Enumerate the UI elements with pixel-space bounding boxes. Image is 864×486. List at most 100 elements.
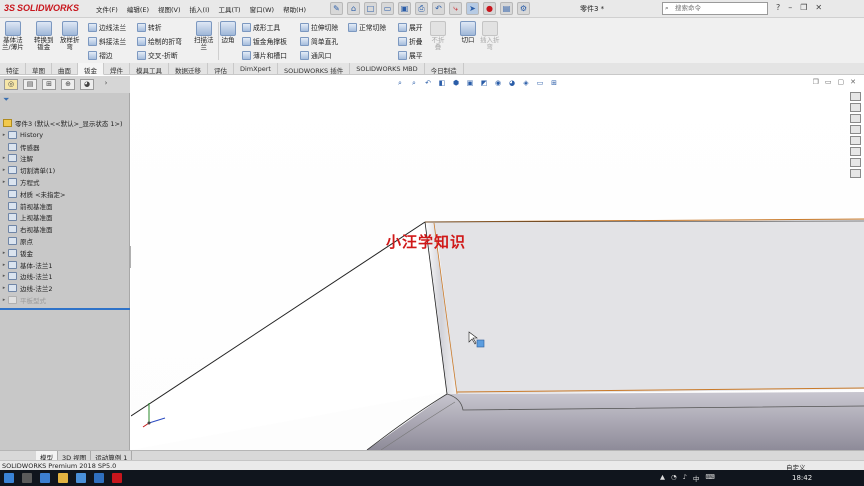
- property-manager-tab-icon[interactable]: ▤: [23, 79, 37, 90]
- keyboard-icon[interactable]: ⌨: [705, 473, 714, 483]
- view-orientation-icon[interactable]: ▣: [465, 79, 475, 88]
- filter-icon[interactable]: ⏷: [3, 95, 9, 105]
- view-palette-icon[interactable]: [850, 125, 861, 134]
- file-properties-icon[interactable]: ▤: [500, 2, 513, 15]
- forming-tool-button[interactable]: 成形工具: [242, 22, 280, 32]
- close-icon[interactable]: ✕: [815, 3, 822, 12]
- insert-bends-button[interactable]: 插入折弯: [480, 21, 500, 51]
- base-flange-button[interactable]: 基体法 兰/薄片: [2, 21, 24, 51]
- command-tab[interactable]: 今日制造: [425, 63, 464, 75]
- command-tab[interactable]: SOLIDWORKS MBD: [350, 63, 425, 75]
- tree-node[interactable]: 右视基准面: [0, 223, 130, 235]
- task-list-icon[interactable]: [850, 169, 861, 178]
- panel-expand-chevron-icon[interactable]: ›: [99, 79, 113, 90]
- appearances-icon[interactable]: [850, 136, 861, 145]
- display-style-icon[interactable]: ◩: [479, 79, 489, 88]
- open-folder-icon[interactable]: ▭: [381, 2, 394, 15]
- ime-icon[interactable]: 中: [693, 473, 700, 483]
- command-tab[interactable]: DimXpert: [234, 63, 278, 75]
- tree-node[interactable]: ▸ 边线-法兰2: [0, 282, 130, 294]
- rip-button[interactable]: 切口: [460, 21, 476, 44]
- model-tab[interactable]: 3D 视图: [58, 451, 92, 462]
- command-tab[interactable]: 模具工具: [130, 63, 169, 75]
- expand-arrow-icon[interactable]: ▸: [0, 179, 8, 185]
- tree-node[interactable]: 上视基准面: [0, 212, 130, 224]
- menu-item[interactable]: 窗口(W): [250, 4, 275, 14]
- command-tab[interactable]: 草图: [26, 63, 52, 75]
- normal-cut-button[interactable]: 正常切除: [348, 22, 386, 32]
- custom-properties-icon[interactable]: [850, 147, 861, 156]
- help-icon[interactable]: ?: [776, 3, 780, 12]
- simple-hole-button[interactable]: 简单直孔: [300, 36, 338, 46]
- previous-view-icon[interactable]: ↶: [423, 79, 433, 88]
- solidworks-taskbar-icon[interactable]: [112, 473, 122, 483]
- flatten-button[interactable]: 展平: [398, 50, 423, 60]
- expand-arrow-icon[interactable]: ▸: [0, 273, 8, 279]
- dynamic-annotation-icon[interactable]: ⬢: [451, 79, 461, 88]
- doc-restore-icon[interactable]: ▢: [838, 78, 845, 86]
- corners-button[interactable]: 边角: [220, 21, 236, 44]
- expand-arrow-icon[interactable]: ▸: [0, 285, 8, 291]
- zoom-to-area-icon[interactable]: ⌕: [409, 79, 419, 88]
- select-arrow-icon[interactable]: ➤: [466, 2, 479, 15]
- windows-start-icon[interactable]: [4, 473, 14, 483]
- display-manager-tab-icon[interactable]: ◕: [80, 79, 94, 90]
- sketched-bend-button[interactable]: 转折: [137, 22, 162, 32]
- command-tab[interactable]: 特征: [0, 63, 26, 75]
- vent-button[interactable]: 通风口: [300, 50, 331, 60]
- tree-node[interactable]: ▸ 基体-法兰1: [0, 259, 130, 271]
- network-icon[interactable]: ◔: [671, 473, 677, 483]
- menu-item[interactable]: 编辑(E): [127, 4, 149, 14]
- expand-arrow-icon[interactable]: ▸: [0, 262, 8, 268]
- save-icon[interactable]: ▣: [398, 2, 411, 15]
- expand-arrow-icon[interactable]: ▸: [0, 297, 8, 303]
- command-tab[interactable]: 曲面: [52, 63, 78, 75]
- solidworks-resources-icon[interactable]: [850, 92, 861, 101]
- gusset-button[interactable]: 钣金角撑板: [242, 36, 287, 46]
- edge-flange-button[interactable]: 边线法兰: [88, 22, 126, 32]
- tree-node[interactable]: 原点: [0, 235, 130, 247]
- design-library-icon[interactable]: [850, 103, 861, 112]
- miter-flange-button[interactable]: 斜接法兰: [88, 36, 126, 46]
- model-tab[interactable]: 模型: [36, 451, 58, 462]
- apply-scene-icon[interactable]: ◈: [521, 79, 531, 88]
- print-icon[interactable]: ⎙: [415, 2, 428, 15]
- traffic-light-icon[interactable]: ●: [483, 2, 496, 15]
- command-tab[interactable]: 钣金: [78, 63, 104, 75]
- command-tab[interactable]: 评估: [208, 63, 234, 75]
- tree-node[interactable]: ▸ 边线-法兰1: [0, 271, 130, 283]
- zoom-to-fit-icon[interactable]: ⌕: [395, 79, 405, 88]
- hem-button[interactable]: 褶边: [88, 50, 113, 60]
- unfold-button[interactable]: 展开: [398, 22, 423, 32]
- store-icon[interactable]: [76, 473, 86, 483]
- taskbar-clock[interactable]: 18:42: [792, 474, 812, 482]
- tray-app-icon[interactable]: ▲: [660, 473, 665, 483]
- file-explorer-icon[interactable]: [850, 114, 861, 123]
- expand-arrow-icon[interactable]: ▸: [0, 132, 8, 138]
- rebuild-icon[interactable]: ⤷: [449, 2, 462, 15]
- new-document-icon[interactable]: □: [364, 2, 377, 15]
- tree-node[interactable]: ▸ 注解: [0, 153, 130, 165]
- menu-item[interactable]: 帮助(H): [283, 4, 306, 14]
- edit-appearance-icon[interactable]: ◕: [507, 79, 517, 88]
- file-explorer-taskbar-icon[interactable]: [58, 473, 68, 483]
- no-bends-button[interactable]: 不折叠: [430, 21, 446, 51]
- doc-close-icon[interactable]: ✕: [850, 78, 856, 86]
- extruded-cut-button[interactable]: 拉伸切除: [300, 22, 338, 32]
- lofted-bend-button[interactable]: 放样折弯: [60, 21, 80, 51]
- forum-icon[interactable]: [850, 158, 861, 167]
- command-tab[interactable]: 焊件: [104, 63, 130, 75]
- tab-slot-button[interactable]: 薄片和槽口: [242, 50, 287, 60]
- doc-tile-icon[interactable]: ▭: [825, 78, 832, 86]
- rollback-bar[interactable]: [0, 308, 130, 310]
- app-taskbar-icon[interactable]: [94, 473, 104, 483]
- model-tab[interactable]: 运动算例 1: [91, 451, 133, 462]
- restore-icon[interactable]: ❐: [800, 3, 807, 12]
- graphics-area[interactable]: ⌕ ⌕ ↶ ◧ ⬢ ▣ ◩ ◉ ◕ ◈ ▭ ⊞ ❐ ▭ ▢ ✕: [131, 76, 864, 450]
- options-gear-icon[interactable]: ⚙: [517, 2, 530, 15]
- hide-show-items-icon[interactable]: ◉: [493, 79, 503, 88]
- expand-arrow-icon[interactable]: ▸: [0, 155, 8, 161]
- tree-node[interactable]: ▸ 方程式: [0, 176, 130, 188]
- undo-icon[interactable]: ↶: [432, 2, 445, 15]
- swept-flange-button[interactable]: 扫描法兰: [194, 21, 214, 51]
